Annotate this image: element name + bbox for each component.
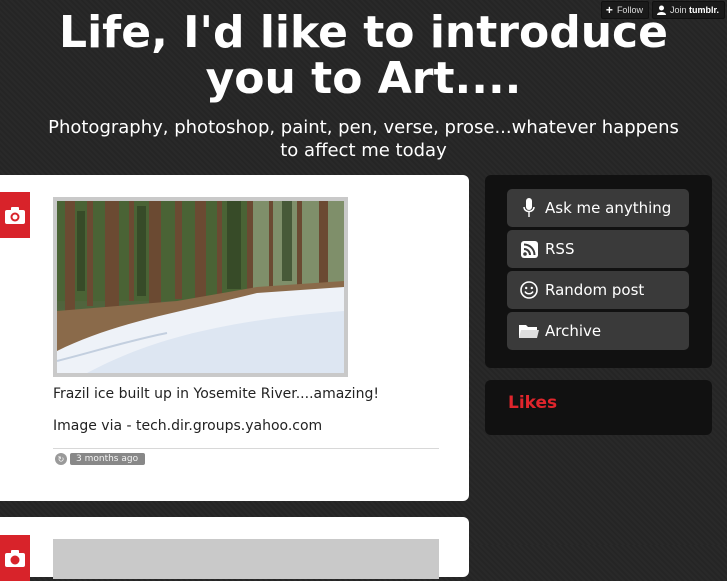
post-photo — [57, 201, 344, 373]
post-date-link[interactable]: 3 months ago — [70, 453, 146, 465]
site-title-line1: Life, I'd like to introduce — [59, 7, 668, 58]
site-title-line2: you to Art.... — [205, 53, 522, 104]
nav-label: RSS — [545, 240, 575, 258]
nav-label: Random post — [545, 281, 645, 299]
site-header: Life, I'd like to introduce you to Art..… — [0, 10, 727, 102]
site-title[interactable]: Life, I'd like to introduce you to Art..… — [0, 10, 727, 102]
rss-icon — [519, 240, 539, 258]
photo-frame[interactable] — [53, 197, 348, 377]
site-description-line2: to affect me today — [280, 140, 447, 161]
next-post — [0, 517, 469, 581]
ask-me-anything-button[interactable]: Ask me anything — [507, 189, 689, 227]
likes-title: Likes — [508, 393, 558, 413]
likes-widget: Likes — [485, 380, 712, 435]
folder-icon — [519, 323, 539, 339]
photo-frame[interactable] — [53, 539, 439, 579]
photo-post: Frazil ice built up in Yosemite River...… — [0, 175, 469, 501]
random-post-button[interactable]: Random post — [507, 271, 689, 309]
post-meta: ↻ 3 months ago — [55, 453, 146, 465]
nav-label: Archive — [545, 322, 602, 340]
post-type-badge[interactable] — [0, 192, 30, 238]
camera-icon — [5, 207, 25, 224]
post-source: Image via - tech.dir.groups.yahoo.com — [53, 418, 323, 434]
post-caption: Frazil ice built up in Yosemite River...… — [53, 386, 379, 402]
camera-icon — [5, 550, 25, 567]
site-description-line1: Photography, photoshop, paint, pen, vers… — [48, 117, 679, 138]
microphone-icon — [519, 198, 539, 218]
post-divider — [53, 448, 439, 449]
sidebar-nav: Ask me anything RSS Random post Archive — [485, 175, 712, 368]
smiley-icon — [519, 281, 539, 299]
archive-button[interactable]: Archive — [507, 312, 689, 350]
rss-button[interactable]: RSS — [507, 230, 689, 268]
nav-label: Ask me anything — [545, 199, 672, 217]
reblog-icon[interactable]: ↻ — [55, 453, 67, 465]
site-description: Photography, photoshop, paint, pen, vers… — [0, 116, 727, 162]
post-type-badge[interactable] — [0, 535, 30, 581]
